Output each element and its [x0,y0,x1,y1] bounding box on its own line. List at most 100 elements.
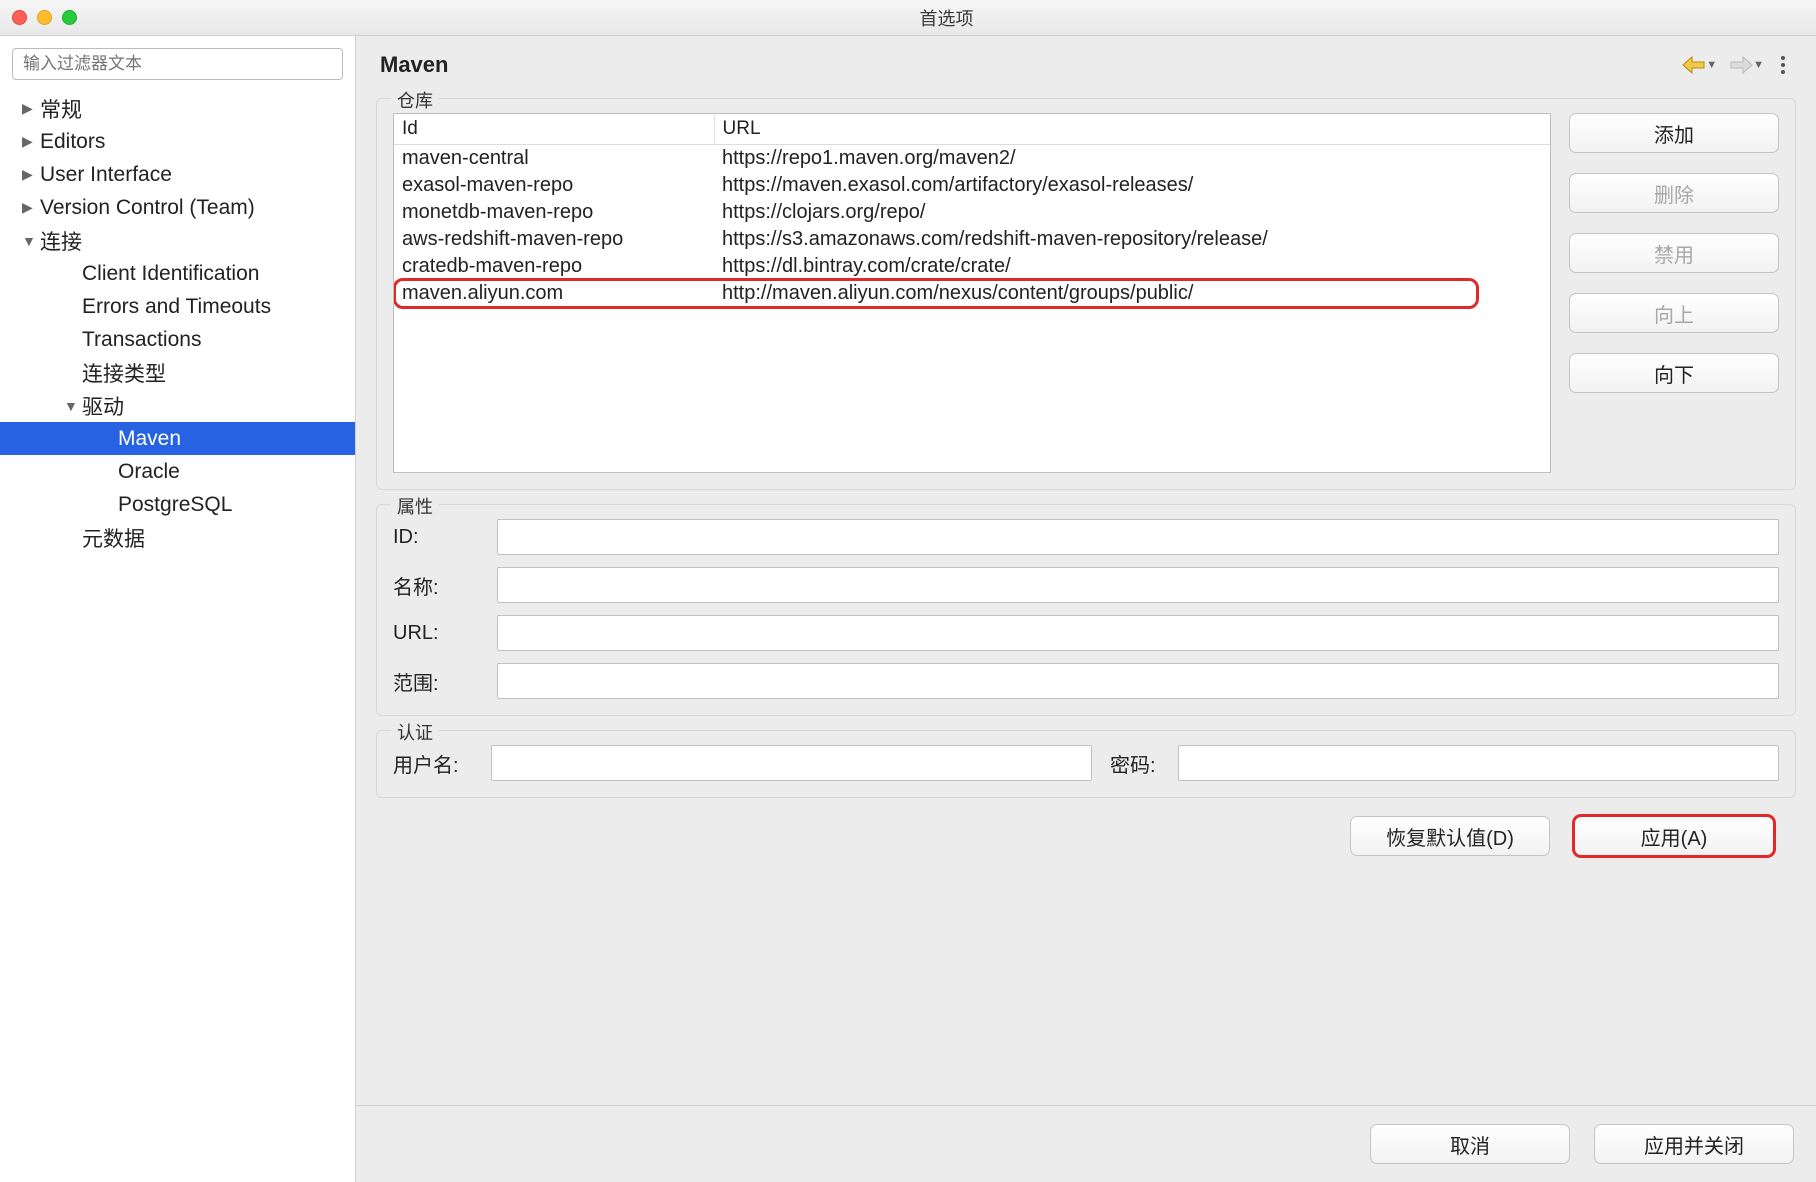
chevron-down-icon: ▼ [1753,59,1764,71]
url-label: URL: [393,622,483,645]
move-down-button[interactable]: 向下 [1569,353,1779,393]
password-label: 密码: [1110,749,1160,778]
tree-item-label: 常规 [40,94,82,124]
tree-item[interactable]: PostgreSQL [0,488,355,521]
tree-item[interactable]: Maven [0,422,355,455]
tree-item-label: Transactions [82,328,201,352]
apply-and-close-button[interactable]: 应用并关闭 [1594,1124,1794,1164]
chevron-right-icon: ▶ [22,133,36,150]
tree-item-label: 驱动 [82,391,124,421]
tree-item[interactable]: Errors and Timeouts [0,290,355,323]
group-label: 认证 [391,719,439,745]
apply-button[interactable]: 应用(A) [1574,816,1774,856]
cell-url: https://repo1.maven.org/maven2/ [714,145,1550,173]
chevron-down-icon: ▼ [1706,59,1717,71]
nav-back-button[interactable]: ▼ [1680,54,1717,76]
properties-group: 属性 ID: 名称: URL: 范围: [376,504,1796,716]
cell-url: https://clojars.org/repo/ [714,199,1550,226]
auth-group: 认证 用户名: 密码: [376,730,1796,798]
titlebar: 首选项 [0,0,1816,36]
tree-item[interactable]: 元数据 [0,521,355,554]
cell-id: maven-central [394,145,714,173]
tree-item-label: PostgreSQL [118,493,232,517]
cell-url: https://maven.exasol.com/artifactory/exa… [714,172,1550,199]
tree-item-label: User Interface [40,163,172,187]
tree-item[interactable]: ▶User Interface [0,158,355,191]
username-field[interactable] [491,745,1092,781]
chevron-right-icon: ▶ [22,100,36,117]
name-field[interactable] [497,567,1779,603]
tree-item-label: Errors and Timeouts [82,295,271,319]
window-controls [12,10,77,25]
arrow-right-icon [1727,54,1755,76]
cell-id: exasol-maven-repo [394,172,714,199]
window-title: 首选项 [89,5,1804,31]
table-row[interactable]: exasol-maven-repohttps://maven.exasol.co… [394,172,1550,199]
table-row[interactable]: cratedb-maven-repohttps://dl.bintray.com… [394,253,1550,280]
close-window-button[interactable] [12,10,27,25]
delete-button[interactable]: 删除 [1569,173,1779,213]
cell-id: cratedb-maven-repo [394,253,714,280]
cell-url: https://dl.bintray.com/crate/crate/ [714,253,1550,280]
username-label: 用户名: [393,749,473,778]
tree-item[interactable]: ▶Editors [0,125,355,158]
url-field[interactable] [497,615,1779,651]
tree-item-label: 连接类型 [82,358,166,388]
move-up-button[interactable]: 向上 [1569,293,1779,333]
group-label: 仓库 [391,87,439,113]
table-row[interactable]: maven.aliyun.comhttp://maven.aliyun.com/… [394,280,1550,307]
tree-item-label: Version Control (Team) [40,196,255,220]
repositories-group: 仓库 Id URL maven-centralhttps://repo1.mav… [376,98,1796,490]
disable-button[interactable]: 禁用 [1569,233,1779,273]
chevron-down-icon: ▼ [64,398,78,414]
restore-defaults-button[interactable]: 恢复默认值(D) [1350,816,1550,856]
preferences-sidebar: ▶常规▶Editors▶User Interface▶Version Contr… [0,36,356,1182]
tree-item[interactable]: 连接类型 [0,356,355,389]
tree-item-label: 元数据 [82,523,145,553]
tree-item[interactable]: Client Identification [0,257,355,290]
zoom-window-button[interactable] [62,10,77,25]
scope-label: 范围: [393,667,483,696]
column-header-url[interactable]: URL [714,114,1550,145]
filter-input[interactable] [12,48,343,80]
column-header-id[interactable]: Id [394,114,714,145]
tree-item-label: Client Identification [82,262,259,286]
cancel-button[interactable]: 取消 [1370,1124,1570,1164]
id-label: ID: [393,526,483,549]
arrow-left-icon [1680,54,1708,76]
table-row[interactable]: monetdb-maven-repohttps://clojars.org/re… [394,199,1550,226]
chevron-down-icon: ▼ [22,233,36,249]
tree-item-label: Editors [40,130,105,154]
minimize-window-button[interactable] [37,10,52,25]
chevron-right-icon: ▶ [22,166,36,183]
table-row[interactable]: maven-centralhttps://repo1.maven.org/mav… [394,145,1550,173]
kebab-menu-icon[interactable] [1774,56,1792,74]
tree-item-label: Oracle [118,460,180,484]
id-field[interactable] [497,519,1779,555]
main-panel: Maven ▼ ▼ 仓库 [356,36,1816,1182]
cell-id: maven.aliyun.com [394,280,714,307]
tree-item[interactable]: ▶Version Control (Team) [0,191,355,224]
preferences-tree[interactable]: ▶常规▶Editors▶User Interface▶Version Contr… [0,92,355,1182]
cell-id: aws-redshift-maven-repo [394,226,714,253]
tree-item[interactable]: ▼连接 [0,224,355,257]
repositories-table[interactable]: Id URL maven-centralhttps://repo1.maven.… [393,113,1551,473]
add-button[interactable]: 添加 [1569,113,1779,153]
tree-item-label: 连接 [40,226,82,256]
cell-url: http://maven.aliyun.com/nexus/content/gr… [714,280,1550,307]
chevron-right-icon: ▶ [22,199,36,216]
page-title: Maven [380,52,448,78]
tree-item[interactable]: ▼驱动 [0,389,355,422]
cell-id: monetdb-maven-repo [394,199,714,226]
name-label: 名称: [393,571,483,600]
tree-item[interactable]: Transactions [0,323,355,356]
cell-url: https://s3.amazonaws.com/redshift-maven-… [714,226,1550,253]
tree-item-label: Maven [118,427,181,451]
table-row[interactable]: aws-redshift-maven-repohttps://s3.amazon… [394,226,1550,253]
nav-forward-button[interactable]: ▼ [1727,54,1764,76]
group-label: 属性 [391,493,439,519]
tree-item[interactable]: Oracle [0,455,355,488]
tree-item[interactable]: ▶常规 [0,92,355,125]
password-field[interactable] [1178,745,1779,781]
scope-field[interactable] [497,663,1779,699]
